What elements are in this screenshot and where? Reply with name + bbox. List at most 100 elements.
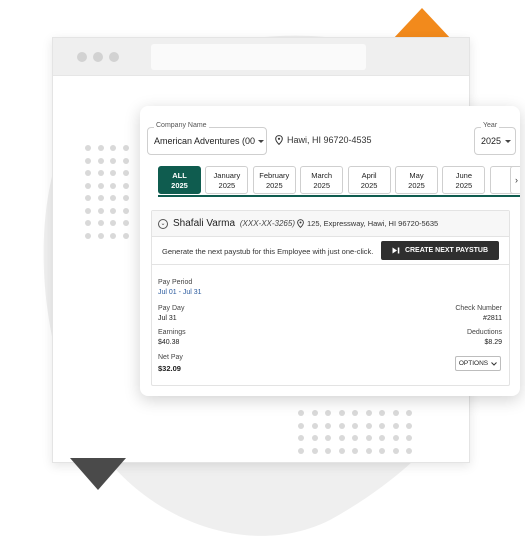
employee-ssn: (XXX-XX-3265) [239, 219, 295, 228]
company-label: Company Name [154, 122, 209, 129]
decor-dot [97, 157, 104, 164]
tab-may[interactable]: May 2025 [395, 166, 438, 194]
decor-dot [365, 435, 372, 441]
tab-month-label: ALL [172, 171, 187, 180]
decor-dot [352, 410, 358, 416]
deductions-label: Deductions [466, 329, 502, 336]
pay-period-value: Jul 01 - Jul 31 [158, 289, 202, 296]
decor-dot [311, 410, 318, 416]
decor-dot [392, 435, 399, 441]
decor-dot [406, 447, 412, 454]
tab-all[interactable]: ALL 2025 [158, 166, 201, 194]
decor-dot [122, 195, 129, 201]
year-select[interactable]: Year 2025 [474, 122, 516, 155]
employee-header[interactable]: ⌄ Shafali Varma (XXX-XX-3265) 125, Expre… [152, 211, 509, 237]
address-bar[interactable] [151, 44, 366, 70]
chevron-down-icon [258, 140, 264, 143]
browser-toolbar [53, 38, 469, 76]
location-pin-icon [275, 135, 283, 145]
tab-june[interactable]: June 2025 [442, 166, 486, 194]
decor-dot [352, 435, 358, 441]
dot-grid-left [85, 145, 129, 239]
employee-name-line: Shafali Varma (XXX-XX-3265) [173, 218, 295, 229]
options-button[interactable]: OPTIONS [455, 356, 501, 371]
decor-dot [122, 157, 129, 164]
orange-triangle [392, 8, 452, 40]
decor-dot [325, 447, 331, 454]
decor-dot [122, 232, 129, 239]
decor-dot [325, 435, 331, 441]
deductions-value: $8.29 [484, 339, 502, 346]
tab-year-label: 2025 [360, 180, 378, 190]
decor-dot [338, 422, 345, 429]
decor-dot [85, 207, 91, 214]
decor-dot [110, 195, 116, 201]
tab-year-label: 2025 [265, 180, 283, 190]
tab-february[interactable]: February 2025 [252, 166, 296, 194]
decor-dot [97, 170, 104, 176]
tabs-next-arrow[interactable]: › [510, 166, 520, 194]
decor-dot [110, 157, 116, 164]
decor-dot [122, 182, 129, 189]
net-pay-label: Net Pay [158, 354, 183, 361]
tab-january[interactable]: January 2025 [205, 166, 249, 194]
tabs-underline [158, 195, 520, 197]
earnings-value: $40.38 [158, 339, 180, 346]
year-value: 2025 [481, 136, 502, 146]
decor-dot [97, 145, 104, 151]
company-value: American Adventures (00 [154, 136, 256, 146]
decor-dot [97, 195, 104, 201]
decor-dot [85, 220, 91, 226]
check-number-label: Check Number [455, 305, 502, 312]
decor-dot [122, 207, 129, 214]
decor-dot [85, 145, 91, 151]
month-tabs: ALL 2025 January 2025 February 2025 March 2025 A… [158, 166, 520, 196]
company-location-text: Hawi, HI 96720-4535 [287, 135, 372, 145]
decor-dot [298, 410, 304, 416]
illustration: Company Name American Adventures (00 Haw… [0, 0, 525, 550]
pay-day-value: Jul 31 [158, 315, 177, 322]
dot-grid-bottom [298, 410, 412, 454]
decor-dot [97, 182, 104, 189]
tab-month-label: May [409, 171, 424, 180]
decor-dot [97, 220, 104, 226]
earnings-label: Earnings [158, 329, 186, 336]
decor-dot [392, 410, 399, 416]
company-select[interactable]: Company Name American Adventures (00 [147, 122, 267, 155]
decor-dot [338, 435, 345, 441]
tab-year-label: 2025 [171, 180, 188, 190]
decor-dot [365, 410, 372, 416]
decor-dot [392, 447, 399, 454]
company-location: Hawi, HI 96720-4535 [275, 135, 372, 145]
decor-dot [85, 195, 91, 201]
decor-dot [311, 422, 318, 429]
tab-march[interactable]: March 2025 [300, 166, 344, 194]
tab-april[interactable]: April 2025 [347, 166, 391, 194]
create-next-paystub-button[interactable]: CREATE NEXT PAYSTUB [381, 241, 499, 260]
pay-period-label: Pay Period [158, 279, 193, 286]
tab-month-label: March [311, 171, 333, 180]
employee-name: Shafali Varma [173, 218, 236, 229]
decor-dot [379, 435, 385, 441]
tab-month-label: February [259, 171, 290, 180]
decor-dot [406, 422, 412, 429]
decor-dot [110, 182, 116, 189]
decor-dot [311, 447, 318, 454]
decor-dot [352, 422, 358, 429]
decor-dot [338, 447, 345, 454]
employee-address: 125, Expressway, Hawi, HI 96720-5635 [297, 219, 438, 228]
decor-dot [85, 170, 91, 176]
collapse-icon[interactable]: ⌄ [158, 219, 168, 229]
decor-dot [298, 422, 304, 429]
decor-dot [85, 182, 91, 189]
decor-dot [122, 145, 129, 151]
next-paystub-prompt: Generate the next paystub for this Emplo… [162, 247, 374, 256]
decor-dot [338, 410, 345, 416]
decor-dot [110, 145, 116, 151]
decor-dot [110, 207, 116, 214]
check-number-value: #2811 [483, 315, 502, 322]
decor-dot [392, 422, 399, 429]
employee-card: ⌄ Shafali Varma (XXX-XX-3265) 125, Expre… [151, 210, 510, 386]
tab-month-label: April [361, 171, 377, 180]
decor-dot [365, 447, 372, 454]
